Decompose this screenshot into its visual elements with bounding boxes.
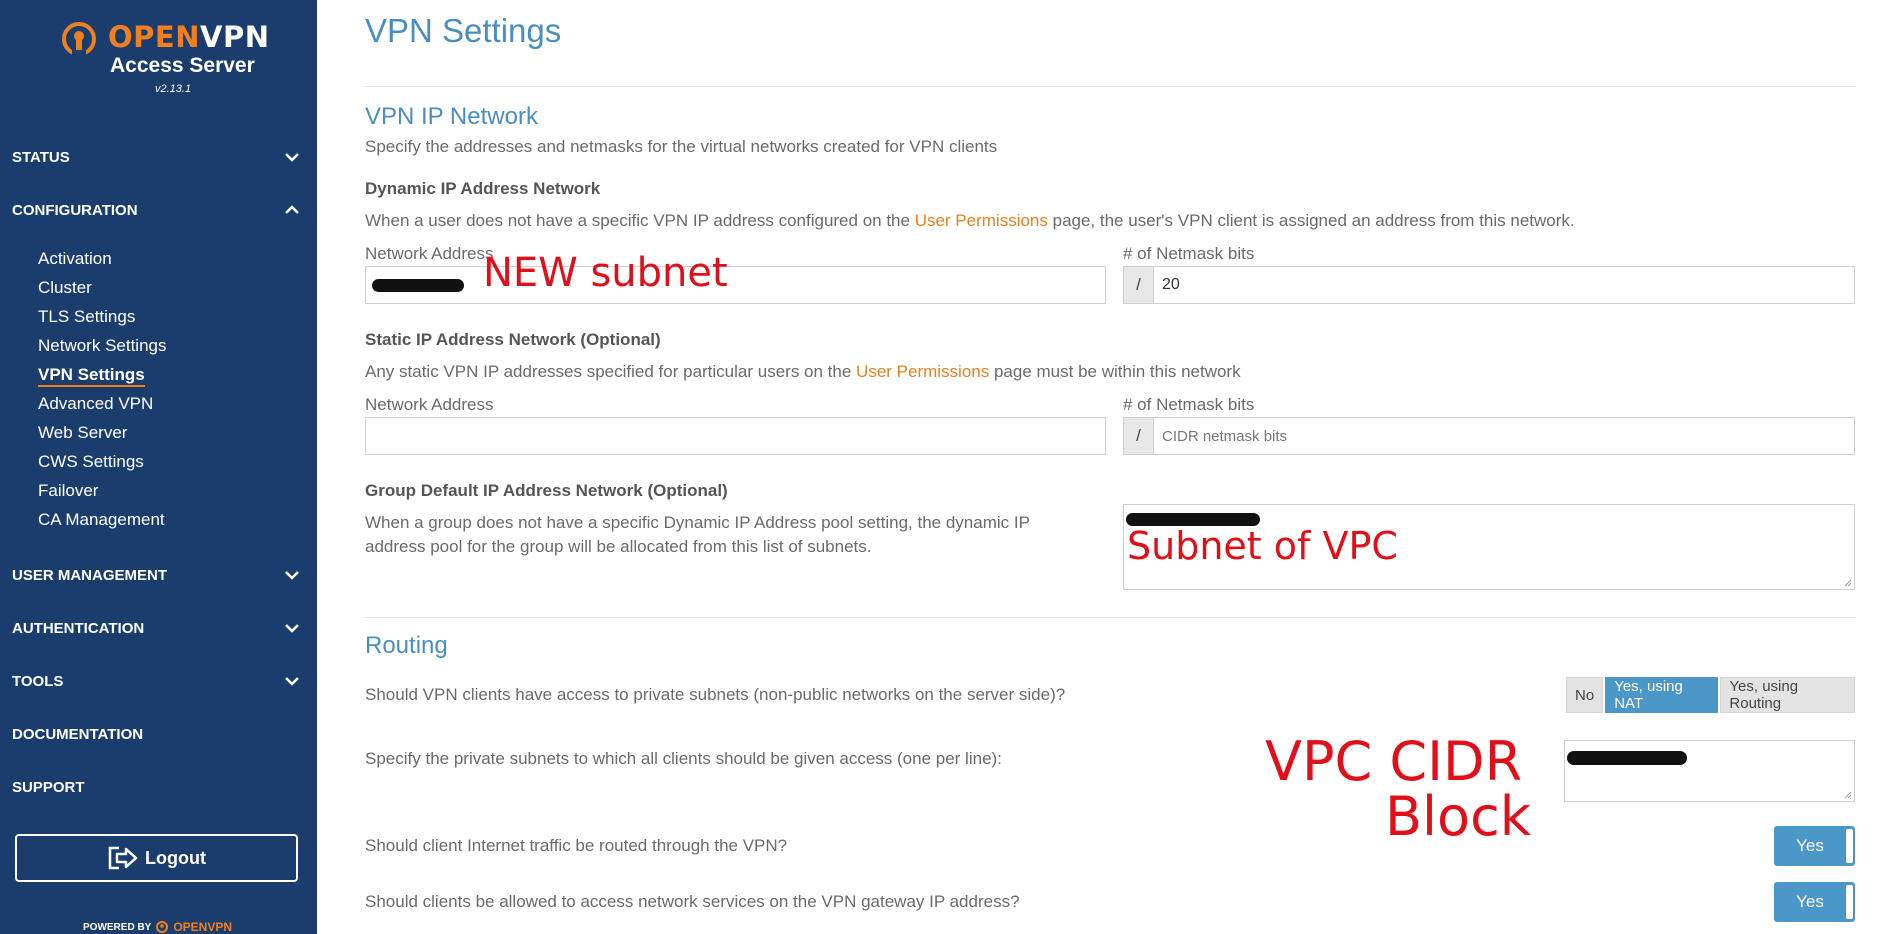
product-name: Access Server	[110, 54, 255, 77]
page-title: VPN Settings	[365, 12, 562, 49]
network-address-label: Network Address	[365, 395, 494, 414]
annotation-block: Block	[1385, 785, 1532, 848]
sidebar-item-tls-settings[interactable]: TLS Settings	[38, 302, 167, 331]
section-title-vpn-ip-network: VPN IP Network	[365, 103, 538, 130]
network-address-label: Network Address	[365, 244, 494, 263]
sidebar-item-advanced-vpn[interactable]: Advanced VPN	[38, 389, 167, 418]
resize-grip-icon	[1844, 791, 1852, 799]
sidebar-item-cws-settings[interactable]: CWS Settings	[38, 447, 167, 476]
openvpn-logo: OPENVPN Access Server v2.13.1	[60, 20, 269, 100]
specify-subnets-question: Specify the private subnets to which all…	[365, 749, 1002, 768]
annotation-vpc-cidr: VPC CIDR	[1265, 730, 1523, 793]
private-subnets-question: Should VPN clients have access to privat…	[365, 685, 1066, 704]
nav-support[interactable]: SUPPORT	[12, 775, 302, 799]
sidebar-item-failover[interactable]: Failover	[38, 476, 167, 505]
private-access-selector: No Yes, using NAT Yes, using Routing	[1564, 677, 1855, 713]
gateway-access-toggle[interactable]: Yes	[1774, 882, 1855, 922]
dynamic-network-address-input[interactable]	[365, 266, 1106, 304]
netmask-bits-label: # of Netmask bits	[1123, 244, 1255, 263]
nav-user-management[interactable]: USER MANAGEMENT	[12, 563, 302, 587]
dynamic-ip-description: When a user does not have a specific VPN…	[365, 211, 1575, 230]
version-label: v2.13.1	[155, 83, 192, 95]
option-no-button[interactable]: No	[1566, 677, 1604, 713]
openvpn-logo-icon	[62, 22, 96, 56]
nav-status[interactable]: STATUS	[12, 145, 302, 169]
toggle-knob	[1846, 829, 1853, 863]
annotation-subnet-of-vpc: Subnet of VPC	[1127, 524, 1398, 568]
divider	[365, 617, 1855, 618]
sidebar-item-network-settings[interactable]: Network Settings	[38, 331, 167, 360]
static-netmask-input[interactable]: CIDR netmask bits	[1153, 417, 1855, 455]
brand-name: OPENVPN	[108, 20, 270, 54]
divider	[365, 86, 1855, 87]
chevron-down-icon	[285, 677, 299, 686]
dynamic-netmask-input[interactable]: 20	[1153, 266, 1855, 304]
group-default-description-line1: When a group does not have a specific Dy…	[365, 513, 1030, 532]
chevron-up-icon	[285, 205, 299, 214]
nav-configuration[interactable]: CONFIGURATION	[12, 198, 302, 222]
internet-traffic-question: Should client Internet traffic be routed…	[365, 836, 788, 855]
netmask-slash: /	[1123, 266, 1154, 304]
private-subnets-textarea[interactable]	[1564, 740, 1855, 802]
powered-by: POWERED BY OPENVPN	[83, 920, 233, 934]
nav-authentication[interactable]: AUTHENTICATION	[12, 616, 302, 640]
sidebar-item-web-server[interactable]: Web Server	[38, 418, 167, 447]
static-ip-description: Any static VPN IP addresses specified fo…	[365, 362, 1241, 381]
static-network-address-input[interactable]	[365, 417, 1106, 455]
static-ip-title: Static IP Address Network (Optional)	[365, 330, 661, 349]
sidebar-item-cluster[interactable]: Cluster	[38, 273, 167, 302]
option-yes-nat-button[interactable]: Yes, using NAT	[1605, 677, 1719, 713]
section-title-routing: Routing	[365, 632, 448, 659]
group-default-description-line2: address pool for the group will be alloc…	[365, 537, 872, 556]
chevron-down-icon	[285, 571, 299, 580]
netmask-slash: /	[1123, 417, 1154, 455]
option-yes-routing-button[interactable]: Yes, using Routing	[1720, 677, 1855, 713]
section-description: Specify the addresses and netmasks for t…	[365, 137, 998, 156]
openvpn-small-icon	[156, 921, 169, 933]
netmask-bits-label: # of Netmask bits	[1123, 395, 1255, 414]
user-permissions-link[interactable]: User Permissions	[856, 362, 989, 381]
dynamic-ip-title: Dynamic IP Address Network	[365, 179, 601, 198]
sidebar-item-ca-management[interactable]: CA Management	[38, 505, 167, 534]
resize-grip-icon	[1844, 579, 1852, 587]
sidebar: OPENVPN Access Server v2.13.1 STATUS CON…	[0, 0, 317, 934]
nav-tools[interactable]: TOOLS	[12, 669, 302, 693]
group-default-title: Group Default IP Address Network (Option…	[365, 481, 728, 500]
netmask-placeholder: CIDR netmask bits	[1162, 427, 1288, 445]
sidebar-item-vpn-settings[interactable]: VPN Settings	[38, 360, 167, 389]
chevron-down-icon	[285, 624, 299, 633]
configuration-submenu: Activation Cluster TLS Settings Network …	[38, 244, 167, 534]
toggle-knob	[1846, 885, 1853, 919]
chevron-down-icon	[285, 153, 299, 162]
sidebar-item-activation[interactable]: Activation	[38, 244, 167, 273]
redacted-mark	[372, 279, 464, 292]
logout-icon	[108, 846, 138, 870]
logout-button[interactable]: Logout	[15, 834, 298, 882]
nav-documentation[interactable]: DOCUMENTATION	[12, 722, 302, 746]
redacted-mark	[1567, 751, 1687, 765]
gateway-access-question: Should clients be allowed to access netw…	[365, 892, 1020, 911]
internet-traffic-toggle[interactable]: Yes	[1774, 826, 1855, 866]
annotation-new-subnet: NEW subnet	[483, 250, 728, 296]
user-permissions-link[interactable]: User Permissions	[915, 211, 1048, 230]
